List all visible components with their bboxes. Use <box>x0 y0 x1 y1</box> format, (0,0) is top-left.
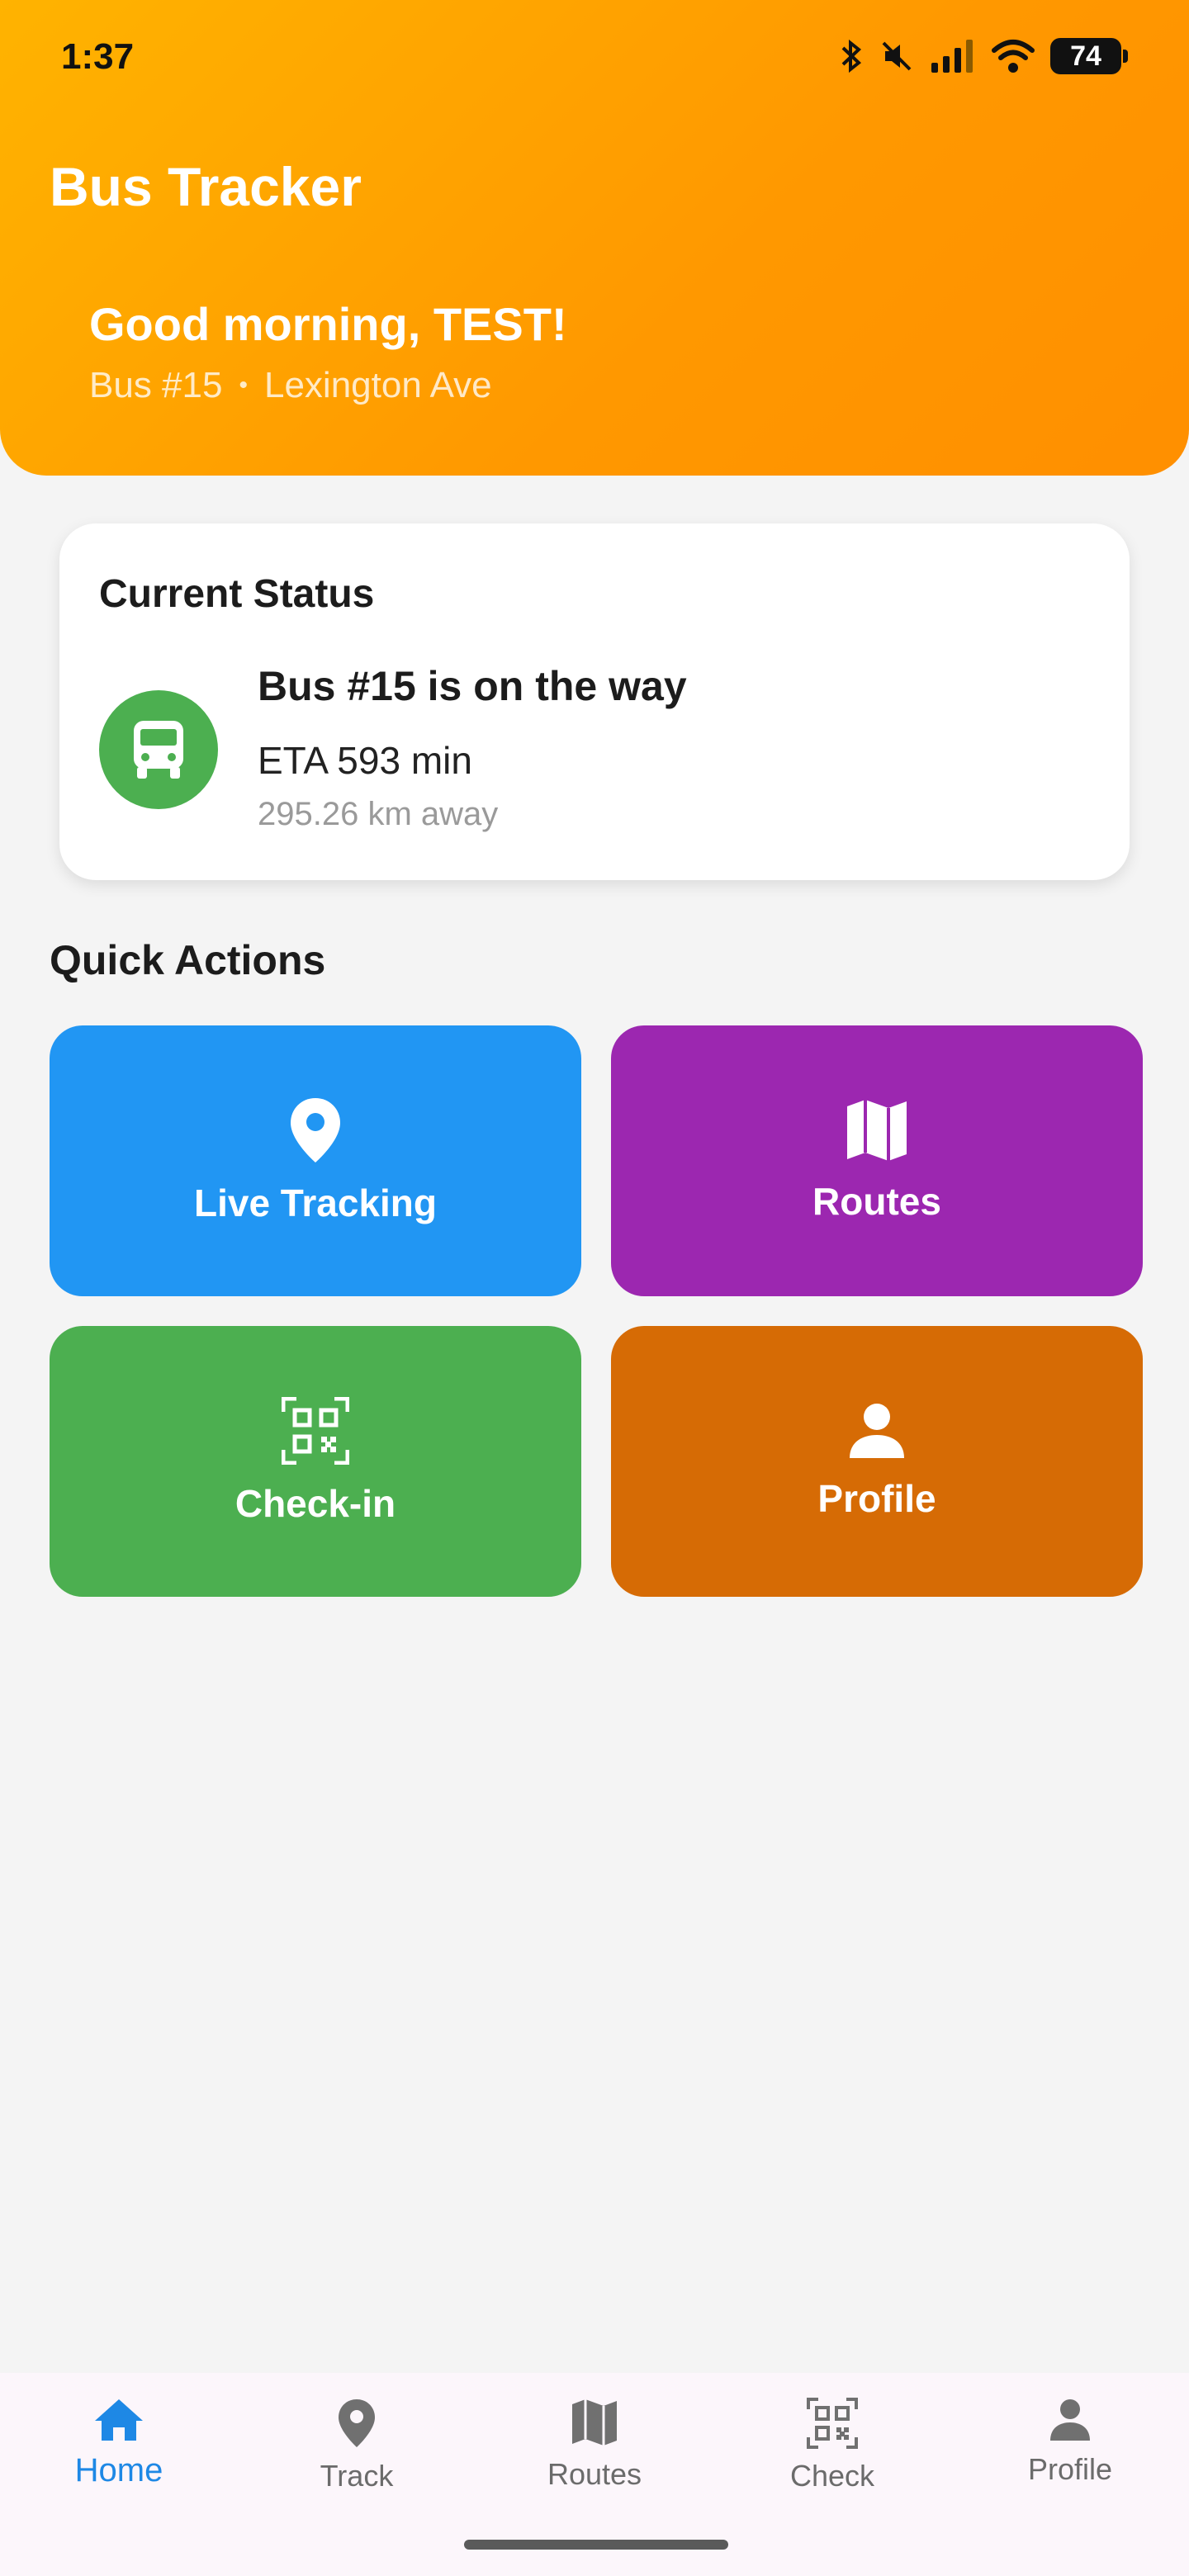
current-status-card[interactable]: Current Status Bus #15 is on the way ETA… <box>59 523 1130 880</box>
nav-label: Track <box>320 2459 394 2493</box>
nav-track[interactable]: Track <box>238 2373 476 2576</box>
separator-dot: • <box>239 372 248 399</box>
qr-code-icon <box>282 1397 349 1465</box>
bluetooth-icon <box>841 39 862 73</box>
person-icon <box>850 1404 904 1458</box>
bus-label: Bus #15 <box>89 365 223 405</box>
battery-icon: 74 <box>1050 38 1128 74</box>
location-pin-icon <box>291 1098 340 1163</box>
tile-label: Routes <box>812 1180 941 1223</box>
quick-actions-title: Quick Actions <box>50 937 326 983</box>
tile-label: Check-in <box>234 1482 396 1525</box>
nav-label: Check <box>789 2459 875 2493</box>
route-stop: Lexington Ave <box>263 365 492 405</box>
nav-label: Home <box>74 2452 163 2488</box>
person-icon <box>1050 2399 1090 2441</box>
bus-icon <box>99 690 218 809</box>
eta-text: ETA 593 min <box>258 739 472 782</box>
greeting-text: Good morning, TEST! <box>89 298 567 350</box>
header: 1:37 74 Bus Tracker Good morning, TEST! … <box>0 0 1189 476</box>
tile-label: Profile <box>817 1477 936 1520</box>
map-icon <box>847 1100 907 1161</box>
battery-level: 74 <box>1070 40 1101 72</box>
mute-icon <box>882 41 912 71</box>
nav-label: Profile <box>1027 2452 1113 2486</box>
signal-icon <box>931 40 973 73</box>
app-title: Bus Tracker <box>50 156 362 217</box>
bus-status-headline: Bus #15 is on the way <box>258 663 687 709</box>
location-pin-icon <box>339 2399 375 2447</box>
live-tracking-button[interactable]: Live Tracking <box>50 1025 581 1296</box>
status-icons: 74 <box>839 38 1128 74</box>
distance-text: 295.26 km away <box>258 796 499 832</box>
profile-button[interactable]: Profile <box>611 1326 1143 1597</box>
home-indicator[interactable] <box>464 2540 728 2550</box>
map-icon <box>572 2399 617 2446</box>
qr-code-icon <box>807 2398 858 2449</box>
card-title: Current Status <box>99 572 375 616</box>
status-time: 1:37 <box>61 36 135 77</box>
home-icon <box>95 2399 143 2441</box>
wifi-icon <box>992 40 1035 73</box>
nav-profile[interactable]: Profile <box>951 2373 1189 2576</box>
nav-home[interactable]: Home <box>0 2373 238 2576</box>
routes-button[interactable]: Routes <box>611 1025 1143 1296</box>
nav-check[interactable]: Check <box>713 2373 951 2576</box>
tile-label: Live Tracking <box>193 1181 437 1224</box>
nav-label: Routes <box>547 2457 642 2491</box>
check-in-button[interactable]: Check-in <box>50 1326 581 1597</box>
bus-route-subtitle: Bus #15 • Lexington Ave <box>89 365 492 406</box>
